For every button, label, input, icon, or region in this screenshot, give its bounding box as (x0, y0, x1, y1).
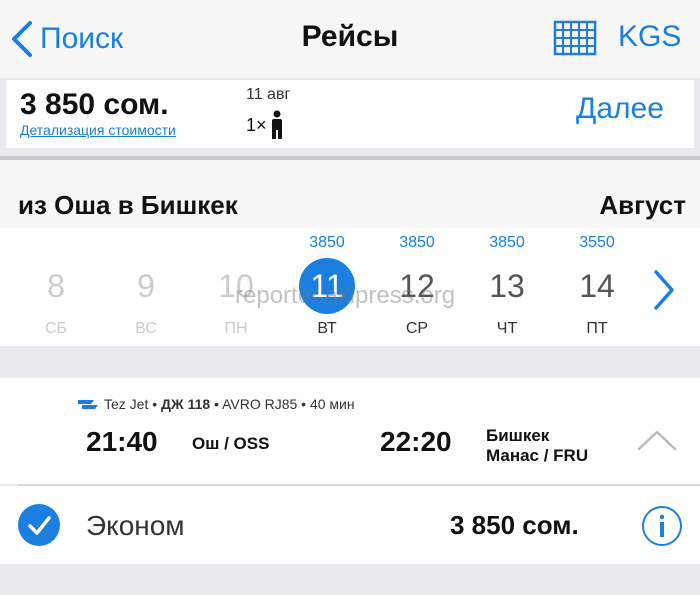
passenger-count-label: 1× (246, 114, 267, 135)
date-day: 9 (137, 268, 155, 304)
back-label: Поиск (40, 22, 124, 55)
flight-info-row: Tez Jet • ДЖ 118 • AVRO RJ85 • 40 мин (78, 396, 355, 412)
date-item[interactable]: 3850 12 СР (377, 228, 457, 346)
next-button[interactable]: Далее (576, 92, 664, 126)
date-weekday: ЧТ (496, 320, 518, 337)
date-item[interactable]: 9 ВС (106, 228, 186, 346)
total-price: 3 850 сом. (20, 88, 169, 121)
date-weekday: СБ (44, 320, 68, 337)
date-day: 10 (218, 268, 254, 304)
flight-card[interactable]: Tez Jet • ДЖ 118 • AVRO RJ85 • 40 мин 21… (0, 378, 700, 484)
date-weekday: ВТ (317, 320, 337, 337)
chevron-left-icon (12, 21, 32, 57)
date-weekday: ПН (224, 320, 248, 337)
selected-checkbox[interactable] (18, 504, 60, 546)
fare-option[interactable]: Эконом 3 850 сом. (0, 486, 700, 564)
arrival-city: Бишкек (486, 426, 550, 445)
departure-time: 21:40 (86, 426, 158, 457)
date-selector: 8 СБ 9 ВС 10 ПН 3850 11 ВТ 3850 12 СР 38… (0, 228, 700, 346)
passenger-count: 1× (246, 110, 285, 140)
person-icon (271, 110, 282, 139)
aircraft-duration: • AVRO RJ85 • 40 мин (214, 396, 355, 412)
price-summary: 3 850 сом. Детализация стоимости 11 авг … (6, 80, 694, 148)
date-day: 12 (399, 268, 435, 304)
date-item[interactable]: 3850 13 ЧТ (467, 228, 547, 346)
section-gap (0, 564, 700, 595)
calendar-grid-icon[interactable] (553, 20, 597, 56)
date-price: 3850 (309, 234, 345, 251)
departure-airport: Ош / OSS (192, 434, 270, 453)
checkmark-icon (28, 516, 51, 535)
arrival-location: Бишкек Манас / FRU (486, 426, 588, 466)
route-title: из Оша в Бишкек (18, 190, 238, 220)
travel-date: 11 авг (246, 86, 291, 103)
airline-logo-icon (78, 400, 98, 409)
flight-number: ДЖ 118 (161, 396, 211, 412)
price-details-link[interactable]: Детализация стоимости (20, 122, 176, 138)
date-weekday: СР (405, 320, 429, 337)
airline-name: Tez Jet (104, 396, 149, 412)
arrival-time: 22:20 (380, 426, 452, 457)
date-item-selected[interactable]: 3850 11 ВТ (287, 228, 367, 346)
currency-button[interactable]: KGS (618, 20, 681, 54)
date-day: 13 (489, 268, 525, 304)
arrival-airport: Манас / FRU (486, 446, 589, 465)
date-price: 3850 (399, 234, 435, 251)
fare-price: 3 850 сом. (450, 510, 579, 540)
back-button[interactable]: Поиск (8, 16, 123, 62)
date-day: 11 (310, 268, 344, 304)
chevron-right-icon[interactable] (648, 268, 678, 312)
fare-class: Эконом (86, 510, 185, 541)
chevron-up-icon[interactable] (636, 428, 678, 452)
date-item[interactable]: 10 ПН (196, 228, 276, 346)
section-gap (0, 346, 700, 378)
date-weekday: ПТ (586, 320, 608, 337)
date-price: 3850 (489, 234, 525, 251)
date-day: 14 (579, 268, 615, 304)
route-header: из Оша в Бишкек Август (0, 160, 700, 228)
date-item[interactable]: 3550 14 ПТ (557, 228, 637, 346)
date-item[interactable]: 8 СБ (16, 228, 96, 346)
info-icon[interactable] (640, 504, 684, 548)
date-day: 8 (47, 268, 65, 304)
date-price: 3550 (579, 234, 615, 251)
nav-bar: Поиск Рейсы KGS (0, 0, 700, 78)
month-label: Август (599, 190, 686, 220)
date-weekday: ВС (135, 320, 157, 337)
